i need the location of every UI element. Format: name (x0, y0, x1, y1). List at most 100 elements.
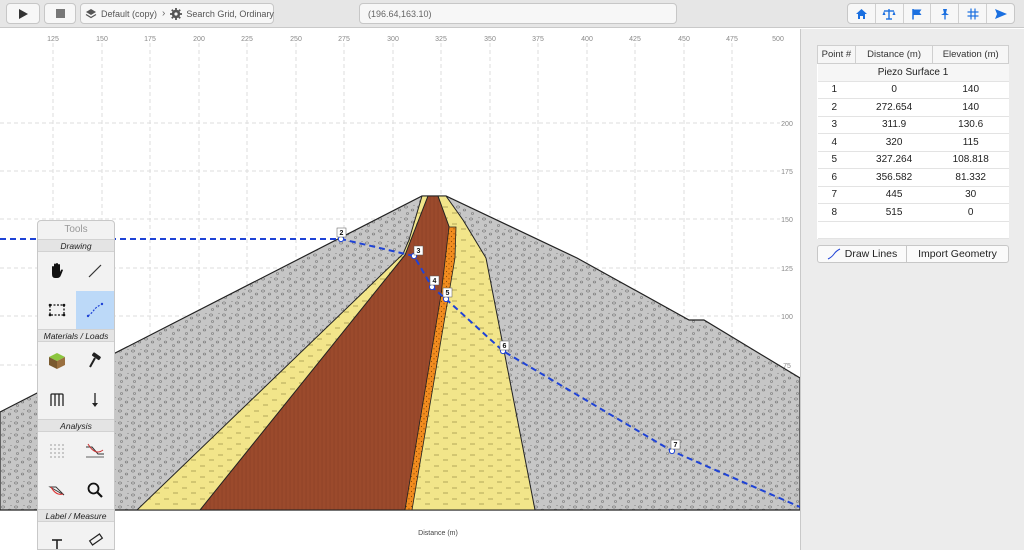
x-tick-label: 250 (290, 36, 302, 43)
cell-elevation[interactable]: 140 (932, 98, 1009, 117)
x-tick-label: 475 (726, 36, 738, 43)
cell-point[interactable]: 5 (817, 151, 856, 169)
table-row[interactable]: 5 327.264 108.818 (817, 151, 1009, 169)
surface-row[interactable]: Piezo Surface 1 (817, 63, 1009, 82)
cell-distance[interactable]: 356.582 (855, 168, 933, 187)
text-tool[interactable] (38, 522, 76, 549)
table-row[interactable]: 1 0 140 (817, 81, 1009, 99)
table-row[interactable]: 3 311.9 130.6 (817, 116, 1009, 134)
cell-point[interactable]: 7 (817, 186, 856, 204)
magnifier-icon (87, 482, 103, 498)
chevron-right-icon: › (162, 8, 166, 19)
hammer-icon (89, 352, 101, 368)
measure-tool[interactable] (76, 522, 114, 549)
cell-point[interactable]: 1 (817, 81, 856, 99)
home-button[interactable] (848, 4, 876, 23)
x-tick-label: 450 (678, 36, 690, 43)
play-icon (19, 8, 28, 19)
table-row[interactable]: 6 356.582 81.332 (817, 168, 1009, 187)
breadcrumb[interactable]: Default (copy) › Search Grid, Ordinary (80, 3, 274, 24)
breadcrumb-model[interactable]: Default (copy) (101, 9, 157, 19)
slip-surface-tool[interactable] (76, 432, 114, 471)
geometry-mode-segment: Draw Lines Import Geometry (817, 245, 1009, 263)
slope-icon (86, 443, 104, 458)
slip-shape-tool[interactable] (38, 471, 76, 510)
pin-icon (940, 8, 949, 19)
cell-distance[interactable]: 327.264 (855, 151, 933, 169)
balance-button[interactable] (876, 4, 904, 23)
point-label: 2 (340, 230, 344, 237)
draw-lines-button[interactable]: Draw Lines (818, 246, 907, 262)
point-label: 7 (674, 442, 678, 449)
y-tick-label: 125 (781, 266, 793, 273)
cell-elevation[interactable]: 115 (932, 133, 1009, 152)
stop-icon (55, 9, 65, 18)
arrow-down-icon (92, 392, 98, 407)
cell-elevation[interactable]: 130.6 (932, 116, 1009, 134)
cell-elevation[interactable]: 81.332 (932, 168, 1009, 187)
column-header-distance[interactable]: Distance (m) (854, 45, 934, 64)
y-tick-label: 175 (781, 169, 793, 176)
cell-elevation[interactable]: 30 (932, 186, 1009, 204)
cell-distance[interactable]: 515 (855, 203, 933, 222)
view-tools-group (847, 3, 1015, 24)
cell-point[interactable]: 3 (817, 116, 856, 134)
zoom-tool[interactable] (76, 471, 114, 510)
load-tool[interactable] (76, 381, 114, 420)
column-header-elevation[interactable]: Elevation (m) (932, 45, 1009, 64)
piezo-tool[interactable] (76, 290, 114, 329)
column-header-point[interactable]: Point # (817, 45, 856, 64)
region-tool[interactable] (38, 291, 76, 330)
top-toolbar: Default (copy) › Search Grid, Ordinary (… (0, 0, 1024, 28)
cell-elevation[interactable]: 108.818 (932, 151, 1009, 169)
x-tick-label: 225 (241, 36, 253, 43)
send-icon (994, 8, 1007, 19)
cell-elevation[interactable]: 0 (932, 203, 1009, 222)
grid-button[interactable] (959, 4, 988, 23)
x-tick-label: 325 (435, 36, 447, 43)
cell-distance[interactable]: 320 (855, 133, 933, 152)
table-row-empty[interactable] (817, 221, 1009, 239)
flag-button[interactable] (904, 4, 932, 23)
x-tick-label: 275 (338, 36, 350, 43)
point-label: 5 (446, 290, 450, 297)
cell-distance[interactable]: 445 (855, 186, 933, 204)
x-tick-label: 400 (581, 36, 593, 43)
draw-lines-label: Draw Lines (844, 248, 898, 260)
pin-button[interactable] (931, 4, 960, 23)
table-row[interactable]: 8 515 0 (817, 203, 1009, 222)
cell-distance[interactable]: 272.654 (855, 98, 933, 117)
x-tick-label: 175 (144, 36, 156, 43)
hammer-tool[interactable] (76, 342, 114, 381)
support-tool[interactable] (38, 381, 76, 420)
cell-elevation[interactable]: 140 (932, 81, 1009, 99)
send-button[interactable] (987, 4, 1014, 23)
cell-distance[interactable]: 0 (855, 81, 933, 99)
point-label: 4 (433, 278, 437, 285)
play-button[interactable] (6, 3, 40, 24)
search-grid-tool[interactable] (38, 432, 76, 471)
table-row[interactable]: 2 272.654 140 (817, 98, 1009, 117)
import-geometry-button[interactable]: Import Geometry (907, 246, 1008, 262)
coordinate-readout: (196.64,163.10) (359, 3, 677, 24)
x-axis-label: Distance (m) (418, 530, 458, 537)
line-tool[interactable] (76, 252, 114, 291)
drawing-canvas[interactable]: 125 150 175 200 225 250 275 300 325 350 … (0, 29, 801, 550)
cell-point[interactable]: 6 (817, 168, 856, 187)
x-tick-label: 125 (47, 36, 59, 43)
stop-button[interactable] (44, 3, 76, 24)
table-row[interactable]: 4 320 115 (817, 133, 1009, 152)
point-label: 3 (417, 248, 421, 255)
cell-point[interactable]: 4 (817, 133, 856, 152)
cell-point[interactable]: 8 (817, 203, 856, 222)
breadcrumb-analysis[interactable]: Search Grid, Ordinary (186, 9, 274, 19)
cell-point[interactable]: 2 (817, 98, 856, 117)
table-row[interactable]: 7 445 30 (817, 186, 1009, 204)
materials-tool[interactable] (38, 342, 76, 381)
pan-tool[interactable] (38, 252, 76, 291)
canvas-svg: 125 150 175 200 225 250 275 300 325 350 … (0, 36, 801, 537)
grid-dots-icon (50, 444, 64, 459)
cell-distance[interactable]: 311.9 (855, 116, 933, 134)
layers-icon (85, 8, 97, 20)
point-label: 6 (503, 343, 507, 350)
